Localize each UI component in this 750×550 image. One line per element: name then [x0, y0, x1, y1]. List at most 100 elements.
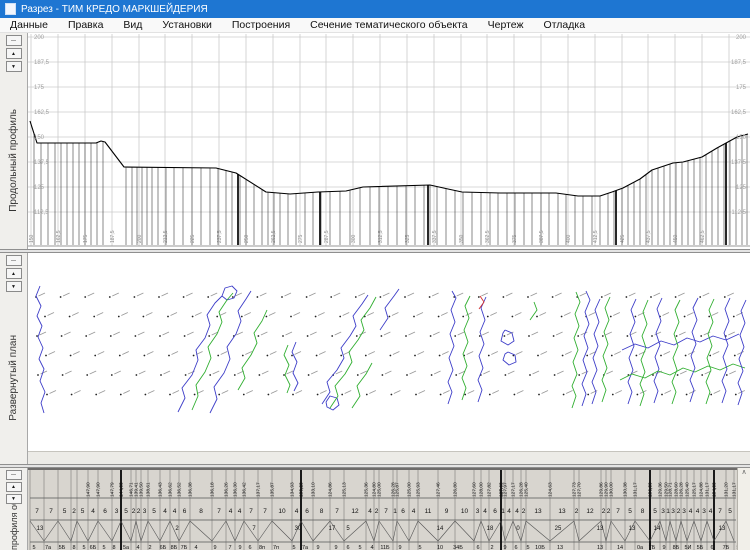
profile-panel: 200200187,5187,5175175162,5162,515015013… — [0, 33, 750, 249]
scroll-down-button[interactable]: ▼ — [6, 494, 22, 504]
svg-text:112,5: 112,5 — [731, 210, 746, 216]
grid-vertical-scrollbar[interactable]: ∧ — [737, 468, 750, 550]
svg-text:1: 1 — [393, 508, 397, 515]
svg-text:5: 5 — [124, 508, 128, 515]
svg-text:125,00: 125,00 — [377, 482, 383, 497]
svg-text:425: 425 — [620, 234, 626, 243]
svg-text:225: 225 — [190, 234, 196, 243]
svg-text:5Б: 5Б — [59, 545, 66, 550]
svg-text:7: 7 — [616, 508, 620, 515]
svg-text:162,5: 162,5 — [56, 230, 62, 243]
svg-text:187,5: 187,5 — [34, 60, 50, 66]
svg-text:200: 200 — [137, 234, 143, 243]
svg-text:4: 4 — [483, 508, 487, 515]
svg-text:139,50: 139,50 — [139, 482, 145, 497]
svg-text:7: 7 — [35, 508, 39, 515]
svg-text:11Б: 11Б — [380, 545, 390, 550]
svg-text:10: 10 — [461, 508, 469, 515]
svg-text:3: 3 — [661, 508, 665, 515]
collapse-button[interactable]: — — [6, 470, 22, 480]
svg-text:4: 4 — [173, 508, 177, 515]
svg-text:4: 4 — [709, 508, 713, 515]
plan-horizontal-scrollbar[interactable] — [28, 451, 750, 464]
svg-text:9: 9 — [334, 545, 337, 550]
collapse-button[interactable]: — — [6, 35, 22, 46]
menu-item-3[interactable]: Установки — [152, 18, 221, 33]
svg-text:287,5: 287,5 — [324, 230, 330, 243]
svg-text:412,5: 412,5 — [593, 230, 599, 243]
svg-text:130,38: 130,38 — [623, 482, 629, 497]
menu-item-2[interactable]: Вид — [113, 18, 152, 33]
svg-text:7: 7 — [217, 508, 221, 515]
plan-panel: — ▲ ▼ Развернутый план — [0, 253, 750, 464]
svg-text:187,5: 187,5 — [110, 230, 116, 243]
svg-text:5И: 5И — [684, 545, 691, 550]
svg-text:200: 200 — [736, 35, 747, 41]
svg-text:450: 450 — [673, 234, 679, 243]
grid-panel-label: профиля объекта — [9, 504, 19, 550]
svg-text:8: 8 — [199, 508, 203, 515]
svg-text:5Б: 5Б — [697, 545, 704, 550]
svg-text:3: 3 — [115, 508, 119, 515]
svg-text:7Б: 7Б — [649, 545, 656, 550]
svg-text:6: 6 — [710, 545, 713, 550]
horizontal-splitter[interactable] — [0, 464, 750, 468]
svg-text:7а: 7а — [302, 545, 309, 550]
svg-text:262,5: 262,5 — [271, 230, 277, 243]
svg-text:8Б: 8Б — [673, 545, 680, 550]
grid-distance-row: 7752546352235446874477104687124271641191… — [35, 508, 732, 515]
grid-panel: 147,90147,90147,79144,88146,71139,41139,… — [0, 468, 750, 550]
svg-text:126,28: 126,28 — [679, 482, 685, 497]
svg-text:337,5: 337,5 — [432, 230, 438, 243]
svg-text:5: 5 — [418, 545, 421, 550]
svg-text:127,97: 127,97 — [503, 482, 509, 497]
svg-text:125,36: 125,36 — [364, 482, 370, 497]
horizontal-splitter[interactable] — [0, 249, 750, 253]
svg-text:8: 8 — [320, 508, 324, 515]
svg-text:6: 6 — [305, 508, 309, 515]
svg-text:137,17: 137,17 — [256, 482, 262, 497]
svg-text:2: 2 — [137, 508, 141, 515]
svg-text:162,5: 162,5 — [34, 110, 50, 116]
svg-text:312,5: 312,5 — [378, 230, 384, 243]
menu-item-5[interactable]: Сечение тематического объекта — [300, 18, 477, 33]
svg-text:0а: 0а — [637, 545, 644, 550]
svg-text:4: 4 — [295, 508, 299, 515]
menu-item-1[interactable]: Правка — [58, 18, 113, 33]
scroll-down-button[interactable]: ▼ — [6, 61, 22, 72]
scroll-up-arrow-icon[interactable]: ∧ — [741, 469, 746, 476]
svg-text:9: 9 — [503, 545, 506, 550]
svg-text:7п: 7п — [273, 545, 279, 550]
svg-text:4: 4 — [163, 508, 167, 515]
menu-item-7[interactable]: Отладка — [534, 18, 596, 33]
svg-text:144,88: 144,88 — [119, 482, 125, 497]
svg-text:34Б: 34Б — [453, 545, 463, 550]
svg-text:13: 13 — [597, 526, 604, 532]
svg-text:7а: 7а — [45, 545, 52, 550]
svg-text:3: 3 — [671, 508, 675, 515]
collapse-button[interactable]: — — [6, 255, 22, 266]
svg-text:2: 2 — [602, 508, 606, 515]
scroll-up-button[interactable]: ▲ — [6, 268, 22, 279]
svg-text:125,13: 125,13 — [342, 482, 348, 497]
svg-text:147,79: 147,79 — [110, 482, 116, 497]
svg-text:125,40: 125,40 — [524, 482, 530, 497]
window-title: Разрез - ТИМ КРЕДО МАРКШЕЙДЕРИЯ — [21, 4, 208, 15]
scroll-up-button[interactable]: ▲ — [6, 482, 22, 492]
svg-text:387,5: 387,5 — [539, 230, 545, 243]
svg-text:5: 5 — [81, 508, 85, 515]
scroll-down-button[interactable]: ▼ — [6, 281, 22, 292]
menu-item-6[interactable]: Чертеж — [478, 18, 534, 33]
svg-text:136,18: 136,18 — [210, 482, 216, 497]
profile-chart[interactable]: 200200187,5187,5175175162,5162,515015013… — [0, 33, 750, 249]
scroll-up-button[interactable]: ▲ — [6, 48, 22, 59]
svg-text:9: 9 — [445, 508, 449, 515]
menu-item-4[interactable]: Построения — [222, 18, 300, 33]
plan-drawing[interactable] — [0, 253, 750, 464]
grid-table[interactable]: 147,90147,90147,79144,88146,71139,41139,… — [0, 468, 750, 550]
svg-text:6: 6 — [346, 545, 349, 550]
svg-text:8Б: 8Б — [171, 545, 178, 550]
svg-text:212,5: 212,5 — [163, 230, 169, 243]
application-window: Разрез - ТИМ КРЕДО МАРКШЕЙДЕРИЯ ДанныеПр… — [0, 0, 750, 550]
menu-item-0[interactable]: Данные — [0, 18, 58, 33]
